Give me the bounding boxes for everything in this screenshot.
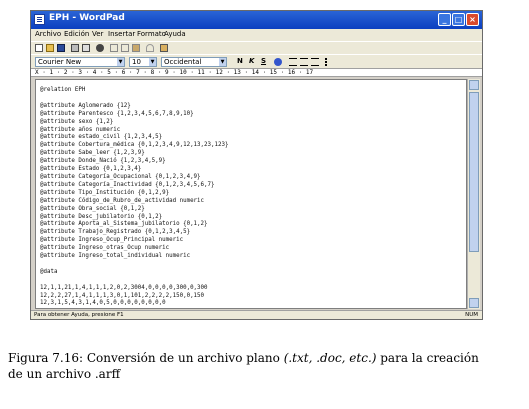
format-toolbar: Courier New ▼ 10 ▼ Occidental ▼ N K S: [31, 54, 482, 68]
cut-icon[interactable]: [110, 44, 118, 52]
minimize-button[interactable]: _: [438, 13, 451, 26]
menu-formato[interactable]: Formato: [137, 30, 166, 38]
document-area[interactable]: @relation EPH @attribute Aglomerado {12}…: [35, 79, 467, 309]
print-preview-icon[interactable]: [82, 44, 90, 52]
save-icon[interactable]: [57, 44, 65, 52]
find-icon[interactable]: [96, 44, 104, 52]
script-value: Occidental: [164, 58, 202, 66]
undo-icon[interactable]: [146, 44, 154, 52]
close-button[interactable]: ×: [466, 13, 479, 26]
menu-archivo[interactable]: Archivo: [35, 30, 61, 38]
ruler-scale: X · 1 · 2 · 3 · 4 · 5 · 6 · 7 · 8 · 9 · …: [35, 69, 314, 76]
wordpad-icon: [34, 14, 45, 25]
chevron-down-icon: ▼: [149, 58, 156, 66]
scroll-thumb[interactable]: [469, 92, 479, 252]
menu-bar: Archivo Edición Ver Insertar Formato Ayu…: [31, 29, 482, 41]
caption-line2: de un archivo .arff: [8, 367, 121, 381]
align-left-icon[interactable]: [289, 58, 297, 66]
vertical-scrollbar[interactable]: [467, 79, 480, 309]
bullets-icon[interactable]: [325, 58, 333, 66]
menu-edicion[interactable]: Edición: [64, 30, 89, 38]
color-icon[interactable]: [274, 58, 282, 66]
standard-toolbar: [31, 41, 482, 54]
paste-icon[interactable]: [132, 44, 140, 52]
align-right-icon[interactable]: [311, 58, 319, 66]
caption-extensions: (.txt, .doc, etc.): [283, 351, 377, 365]
new-icon[interactable]: [35, 44, 43, 52]
font-value: Courier New: [38, 58, 82, 66]
scroll-up-icon[interactable]: [469, 80, 479, 90]
font-size-select[interactable]: 10 ▼: [129, 57, 157, 67]
status-num-indicator: NUM: [465, 312, 478, 318]
font-size-value: 10: [132, 58, 141, 66]
menu-ayuda[interactable]: Ayuda: [164, 30, 186, 38]
menu-ver[interactable]: Ver: [92, 30, 103, 38]
print-icon[interactable]: [71, 44, 79, 52]
status-help-text: Para obtener Ayuda, presione F1: [34, 312, 124, 318]
italic-button[interactable]: K: [249, 57, 254, 65]
chevron-down-icon: ▼: [219, 58, 226, 66]
copy-icon[interactable]: [121, 44, 129, 52]
menu-insertar[interactable]: Insertar: [108, 30, 135, 38]
status-bar: Para obtener Ayuda, presione F1 NUM: [31, 310, 482, 319]
underline-button[interactable]: S: [261, 57, 266, 65]
ruler[interactable]: X · 1 · 2 · 3 · 4 · 5 · 6 · 7 · 8 · 9 · …: [31, 68, 482, 77]
window-title: EPH - WordPad: [49, 13, 125, 23]
maximize-button[interactable]: □: [452, 13, 465, 26]
wordpad-screenshot: EPH - WordPad _ □ × Archivo Edición Ver …: [30, 10, 483, 320]
align-center-icon[interactable]: [300, 58, 308, 66]
open-icon[interactable]: [46, 44, 54, 52]
title-bar[interactable]: EPH - WordPad _ □ ×: [31, 11, 482, 29]
caption-prefix: Figura 7.16: Conversión de un archivo pl…: [8, 351, 284, 365]
bold-button[interactable]: N: [237, 57, 243, 65]
document-text[interactable]: @relation EPH @attribute Aglomerado {12}…: [40, 87, 228, 308]
datetime-icon[interactable]: [160, 44, 168, 52]
font-select[interactable]: Courier New ▼: [35, 57, 125, 67]
chevron-down-icon: ▼: [117, 58, 124, 66]
figure-caption: Figura 7.16: Conversión de un archivo pl…: [8, 350, 508, 382]
caption-suffix: para la creación: [376, 351, 479, 365]
scroll-down-icon[interactable]: [469, 298, 479, 308]
script-select[interactable]: Occidental ▼: [161, 57, 227, 67]
